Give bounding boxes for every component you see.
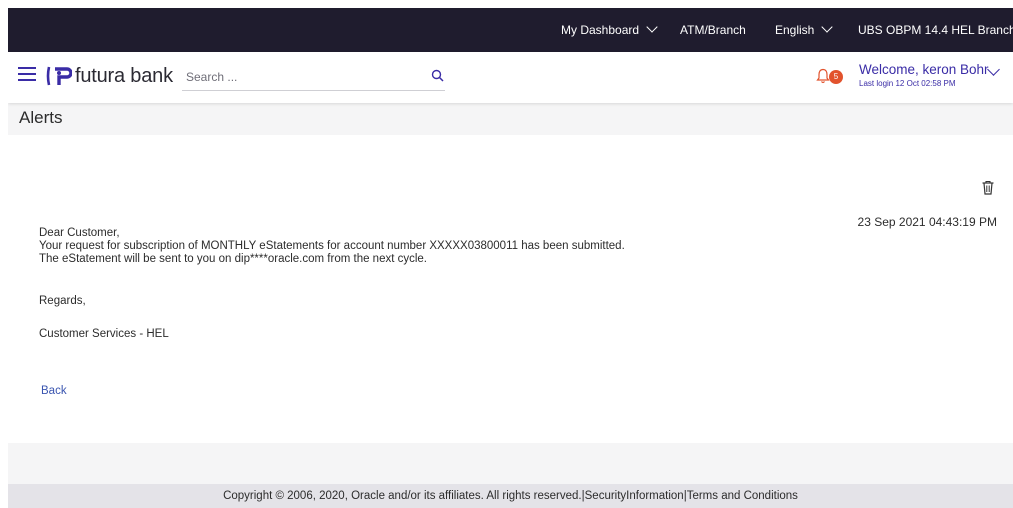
- logo-text: futura bank: [75, 64, 173, 87]
- atm-branch-link[interactable]: ATM/Branch: [680, 8, 746, 52]
- terms-and-conditions-link[interactable]: Terms and Conditions: [687, 490, 798, 502]
- app-frame: My Dashboard ATM/Branch English UBS OBPM…: [8, 8, 1013, 508]
- alert-datetime: 23 Sep 2021 04:43:19 PM: [857, 215, 997, 229]
- chevron-down-icon: [646, 21, 658, 33]
- language-label: English: [775, 23, 815, 37]
- chevron-down-icon: [987, 63, 1000, 76]
- back-link[interactable]: Back: [41, 385, 67, 397]
- bell-icon: [816, 68, 830, 84]
- last-login-text: Last login 12 Oct 02:58 PM: [859, 79, 956, 88]
- branch-menu[interactable]: UBS OBPM 14.4 HEL Branch: [858, 8, 1013, 52]
- hamburger-icon[interactable]: [18, 67, 36, 82]
- atm-branch-label: ATM/Branch: [680, 23, 746, 37]
- futura-logo-icon: [46, 66, 72, 86]
- alert-message-line-2: The eStatement will be sent to you on di…: [39, 253, 428, 265]
- brand-logo[interactable]: futura bank: [46, 63, 173, 89]
- alert-regards: Regards,: [39, 295, 86, 307]
- alert-detail-card: 23 Sep 2021 04:43:19 PM Dear Customer, Y…: [8, 135, 1013, 443]
- branch-label: UBS OBPM 14.4 HEL Branch: [858, 23, 1013, 37]
- notifications-button[interactable]: 5: [816, 65, 846, 87]
- user-menu[interactable]: Welcome, keron Bohr Last login 12 Oct 02…: [859, 62, 1000, 88]
- page-title: Alerts: [19, 108, 63, 127]
- notification-badge: 5: [829, 70, 843, 84]
- security-information-link[interactable]: SecurityInformation: [585, 490, 684, 502]
- alert-greeting: Dear Customer,: [39, 227, 120, 239]
- alert-message-line-1: Your request for subscription of MONTHLY…: [39, 240, 625, 252]
- top-bar: My Dashboard ATM/Branch English UBS OBPM…: [8, 8, 1013, 52]
- footer: Copyright © 2006, 2020, Oracle and/or it…: [8, 484, 1013, 508]
- welcome-text: Welcome, keron Bohr: [859, 62, 989, 77]
- alert-signature: Customer Services - HEL: [39, 328, 169, 340]
- chevron-down-icon: [821, 21, 834, 33]
- my-dashboard-label: My Dashboard: [561, 23, 640, 37]
- language-menu[interactable]: English: [775, 8, 834, 52]
- search-box: [182, 66, 445, 91]
- trash-icon[interactable]: [981, 180, 995, 195]
- my-dashboard-menu[interactable]: My Dashboard: [561, 8, 658, 52]
- copyright-text: Copyright © 2006, 2020, Oracle and/or it…: [223, 490, 582, 502]
- header: futura bank 5 Welcome, keron Bohr Last l…: [8, 52, 1013, 103]
- search-input[interactable]: [182, 66, 412, 88]
- search-icon[interactable]: [431, 69, 445, 83]
